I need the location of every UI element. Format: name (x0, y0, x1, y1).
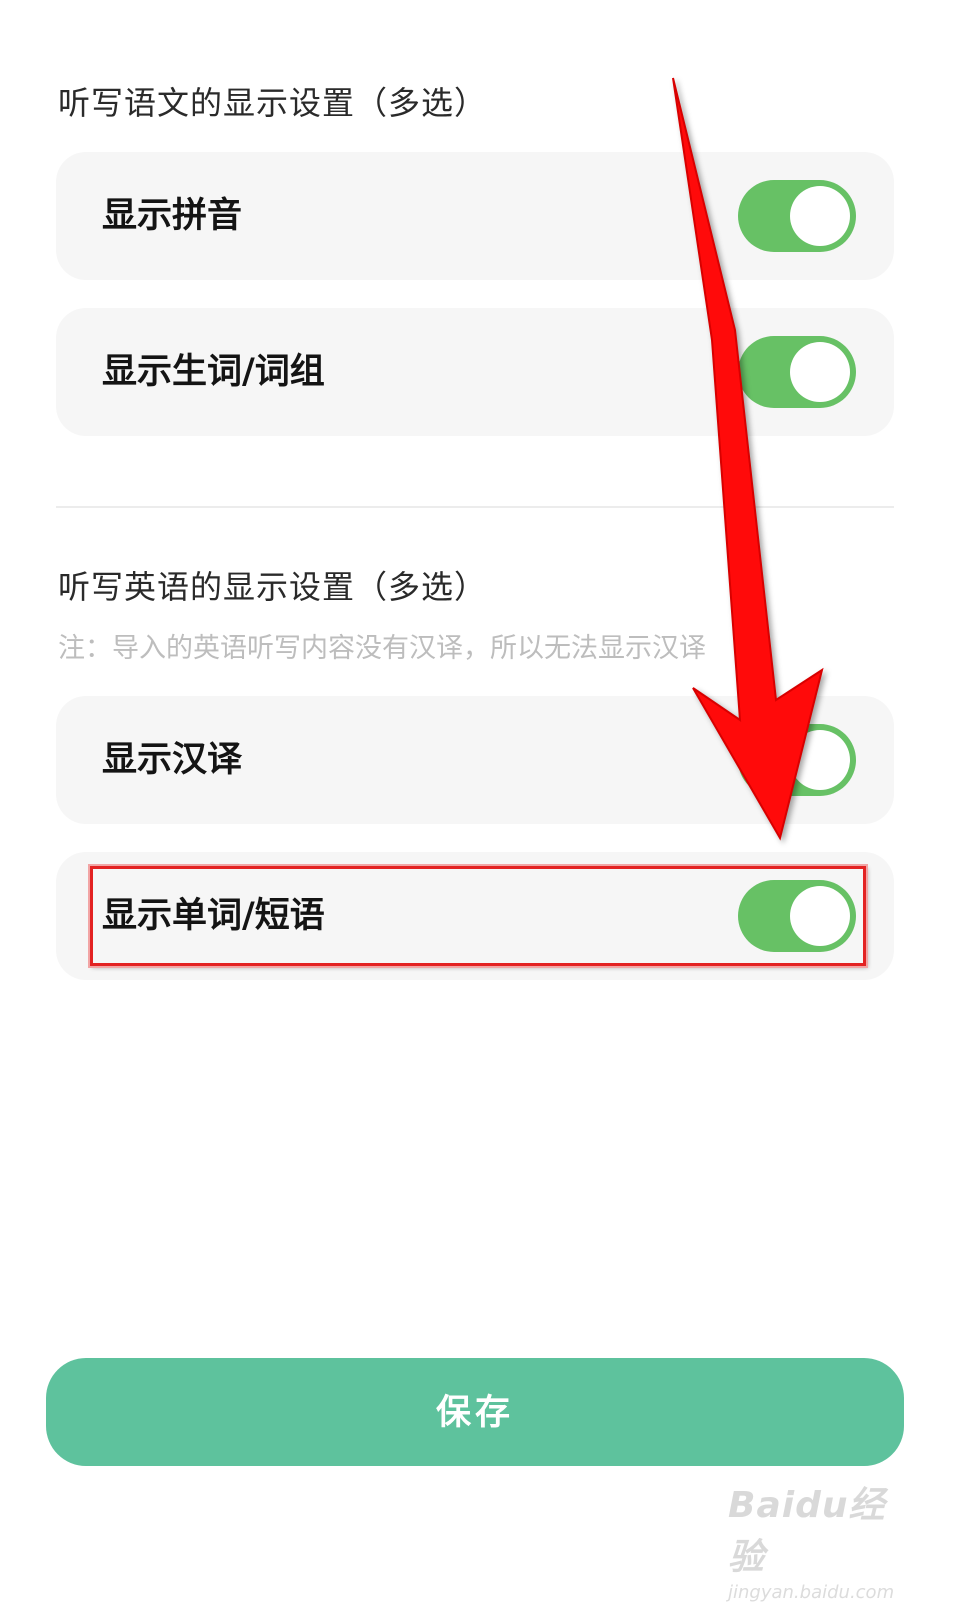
toggle-show-pinyin[interactable] (738, 180, 856, 252)
toggle-show-translation[interactable] (738, 724, 856, 796)
setting-label-show-words-phrases: 显示单词/短语 (102, 896, 325, 936)
watermark-main: Baidu经验 (728, 1485, 886, 1578)
toggle-knob (790, 342, 850, 402)
section-divider (56, 506, 894, 508)
toggle-knob (790, 730, 850, 790)
setting-label-show-new-words: 显示生词/词组 (102, 352, 325, 392)
toggle-knob (790, 186, 850, 246)
toggle-knob (790, 886, 850, 946)
toggle-show-words-phrases[interactable] (738, 880, 856, 952)
english-section-title: 听写英语的显示设置（多选） (58, 568, 488, 606)
toggle-show-new-words[interactable] (738, 336, 856, 408)
setting-label-show-pinyin: 显示拼音 (102, 196, 243, 236)
setting-row-show-pinyin: 显示拼音 (56, 152, 894, 280)
setting-row-show-translation: 显示汉译 (56, 696, 894, 824)
setting-label-show-translation: 显示汉译 (102, 740, 243, 780)
save-button[interactable]: 保存 (46, 1358, 904, 1466)
english-section-note: 注：导入的英语听写内容没有汉译，所以无法显示汉译 (58, 633, 706, 664)
watermark: Baidu经验 jingyan.baidu.com (728, 1476, 918, 1603)
setting-row-show-words-phrases: 显示单词/短语 (56, 852, 894, 980)
setting-row-show-new-words: 显示生词/词组 (56, 308, 894, 436)
chinese-section-title: 听写语文的显示设置（多选） (58, 84, 488, 122)
